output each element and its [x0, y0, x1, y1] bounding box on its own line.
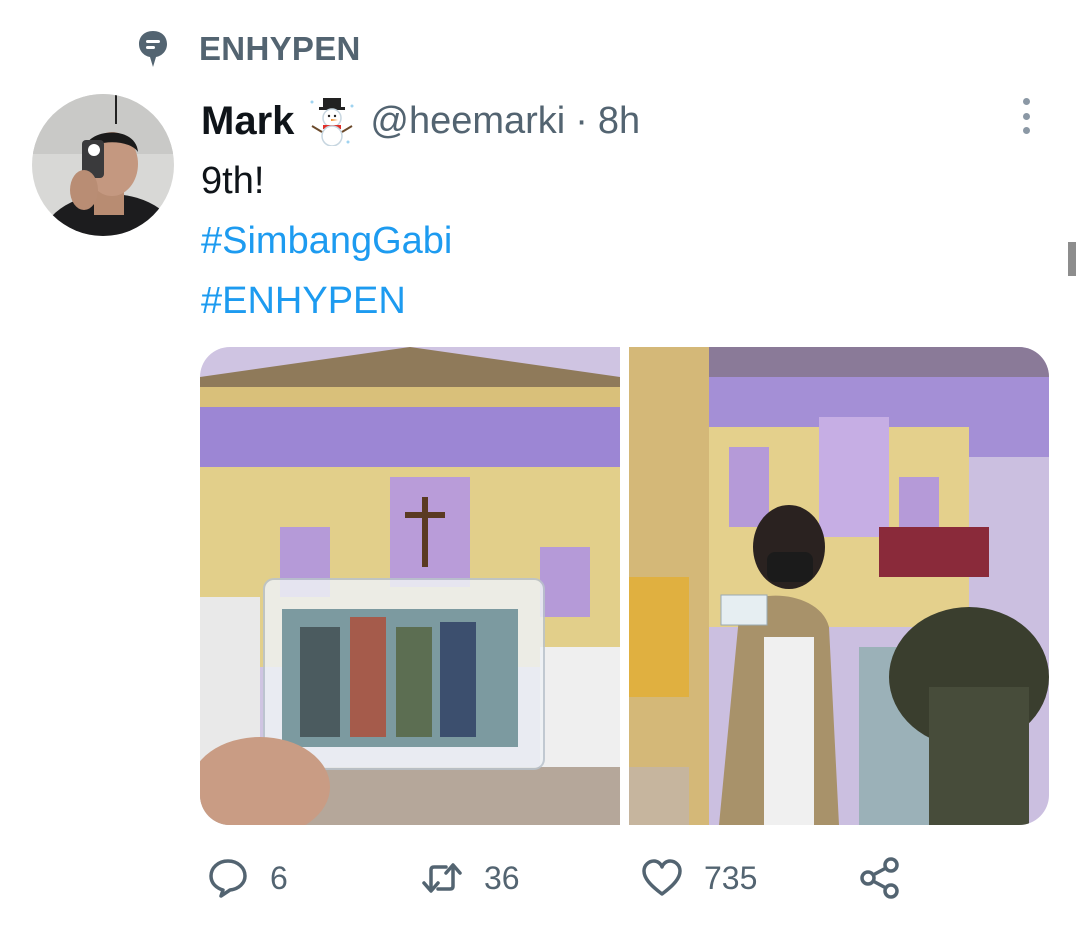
tweet-text: 9th!: [201, 160, 265, 202]
share-icon: [860, 857, 899, 899]
topic-label: ENHYPEN: [199, 30, 361, 67]
snowman-emoji-icon: [310, 98, 354, 146]
header-separator: ·: [575, 99, 588, 142]
media-grid: [200, 347, 1049, 825]
retweet-button[interactable]: 36: [420, 852, 520, 904]
scrollbar-thumb[interactable]: [1068, 242, 1076, 276]
more-options-icon[interactable]: [1014, 98, 1038, 134]
photo-1[interactable]: [200, 347, 620, 825]
reply-count: 6: [270, 859, 288, 896]
reply-button[interactable]: 6: [206, 852, 288, 904]
topic-row[interactable]: ENHYPEN: [137, 28, 361, 70]
like-count: 735: [704, 859, 758, 896]
heart-icon: [642, 859, 682, 896]
share-button[interactable]: [858, 852, 902, 904]
retweet-icon: [422, 863, 462, 893]
display-name[interactable]: Mark: [201, 99, 294, 144]
hashtag-enhypen[interactable]: #ENHYPEN: [201, 278, 406, 324]
reply-icon: [209, 859, 247, 898]
like-button[interactable]: 735: [640, 852, 757, 904]
retweet-count: 36: [484, 859, 520, 896]
topic-bubble-icon: [139, 31, 167, 67]
tweet-header: Mark @heemarki · 8h: [201, 96, 640, 146]
avatar[interactable]: [32, 94, 174, 236]
tweet-timestamp[interactable]: 8h: [598, 100, 640, 143]
tweet-actions: 6 36 735: [0, 852, 1078, 904]
user-handle[interactable]: @heemarki: [370, 100, 565, 143]
hashtag-simbanggabi[interactable]: #SimbangGabi: [201, 218, 452, 264]
photo-2[interactable]: [629, 347, 1049, 825]
